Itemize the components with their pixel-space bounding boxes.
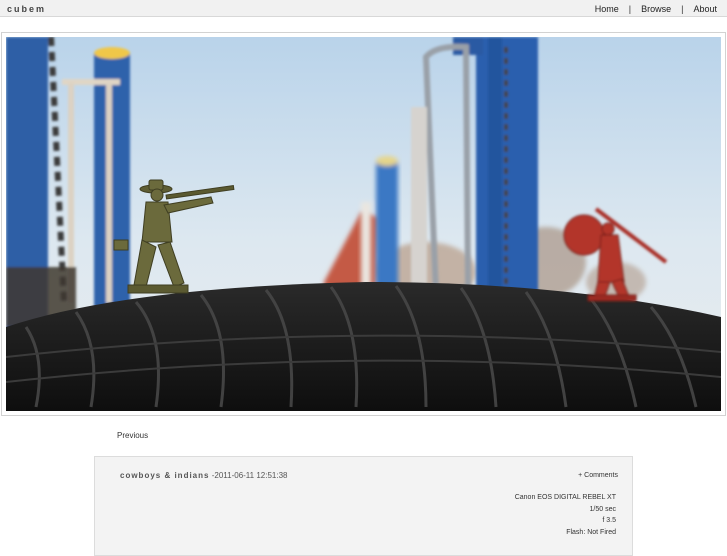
exif-info: Canon EOS DIGITAL REBEL XT 1/50 sec f 3.… xyxy=(515,492,616,538)
photo-image xyxy=(6,37,721,411)
main-nav: Home | Browse | About xyxy=(595,4,717,14)
exif-flash: Flash: Not Fired xyxy=(566,528,616,536)
exif-camera: Canon EOS DIGITAL REBEL XT xyxy=(514,494,616,501)
nav-about[interactable]: About xyxy=(693,4,717,14)
previous-link[interactable]: Previous xyxy=(117,431,148,440)
photo-details-panel: cowboys & indians -2011-06-11 12:51:38 +… xyxy=(94,456,633,556)
nav-home[interactable]: Home xyxy=(595,4,619,14)
main-photo[interactable] xyxy=(6,37,721,411)
nav-separator: | xyxy=(628,4,632,14)
photo-title: cowboys & indians xyxy=(120,471,210,480)
nav-separator: | xyxy=(681,4,684,14)
site-title[interactable]: cubem xyxy=(7,4,46,14)
exif-aperture: f 3.5 xyxy=(602,517,616,524)
photo-frame xyxy=(1,32,726,416)
top-bar: cubem Home | Browse | About xyxy=(0,0,727,17)
photo-title-line: cowboys & indians -2011-06-11 12:51:38 xyxy=(120,471,287,480)
photo-date: 2011-06-11 12:51:38 xyxy=(214,471,288,480)
comments-toggle-link[interactable]: + Comments xyxy=(578,472,618,479)
exif-exposure: 1/50 sec xyxy=(589,505,616,513)
nav-browse[interactable]: Browse xyxy=(641,4,671,14)
